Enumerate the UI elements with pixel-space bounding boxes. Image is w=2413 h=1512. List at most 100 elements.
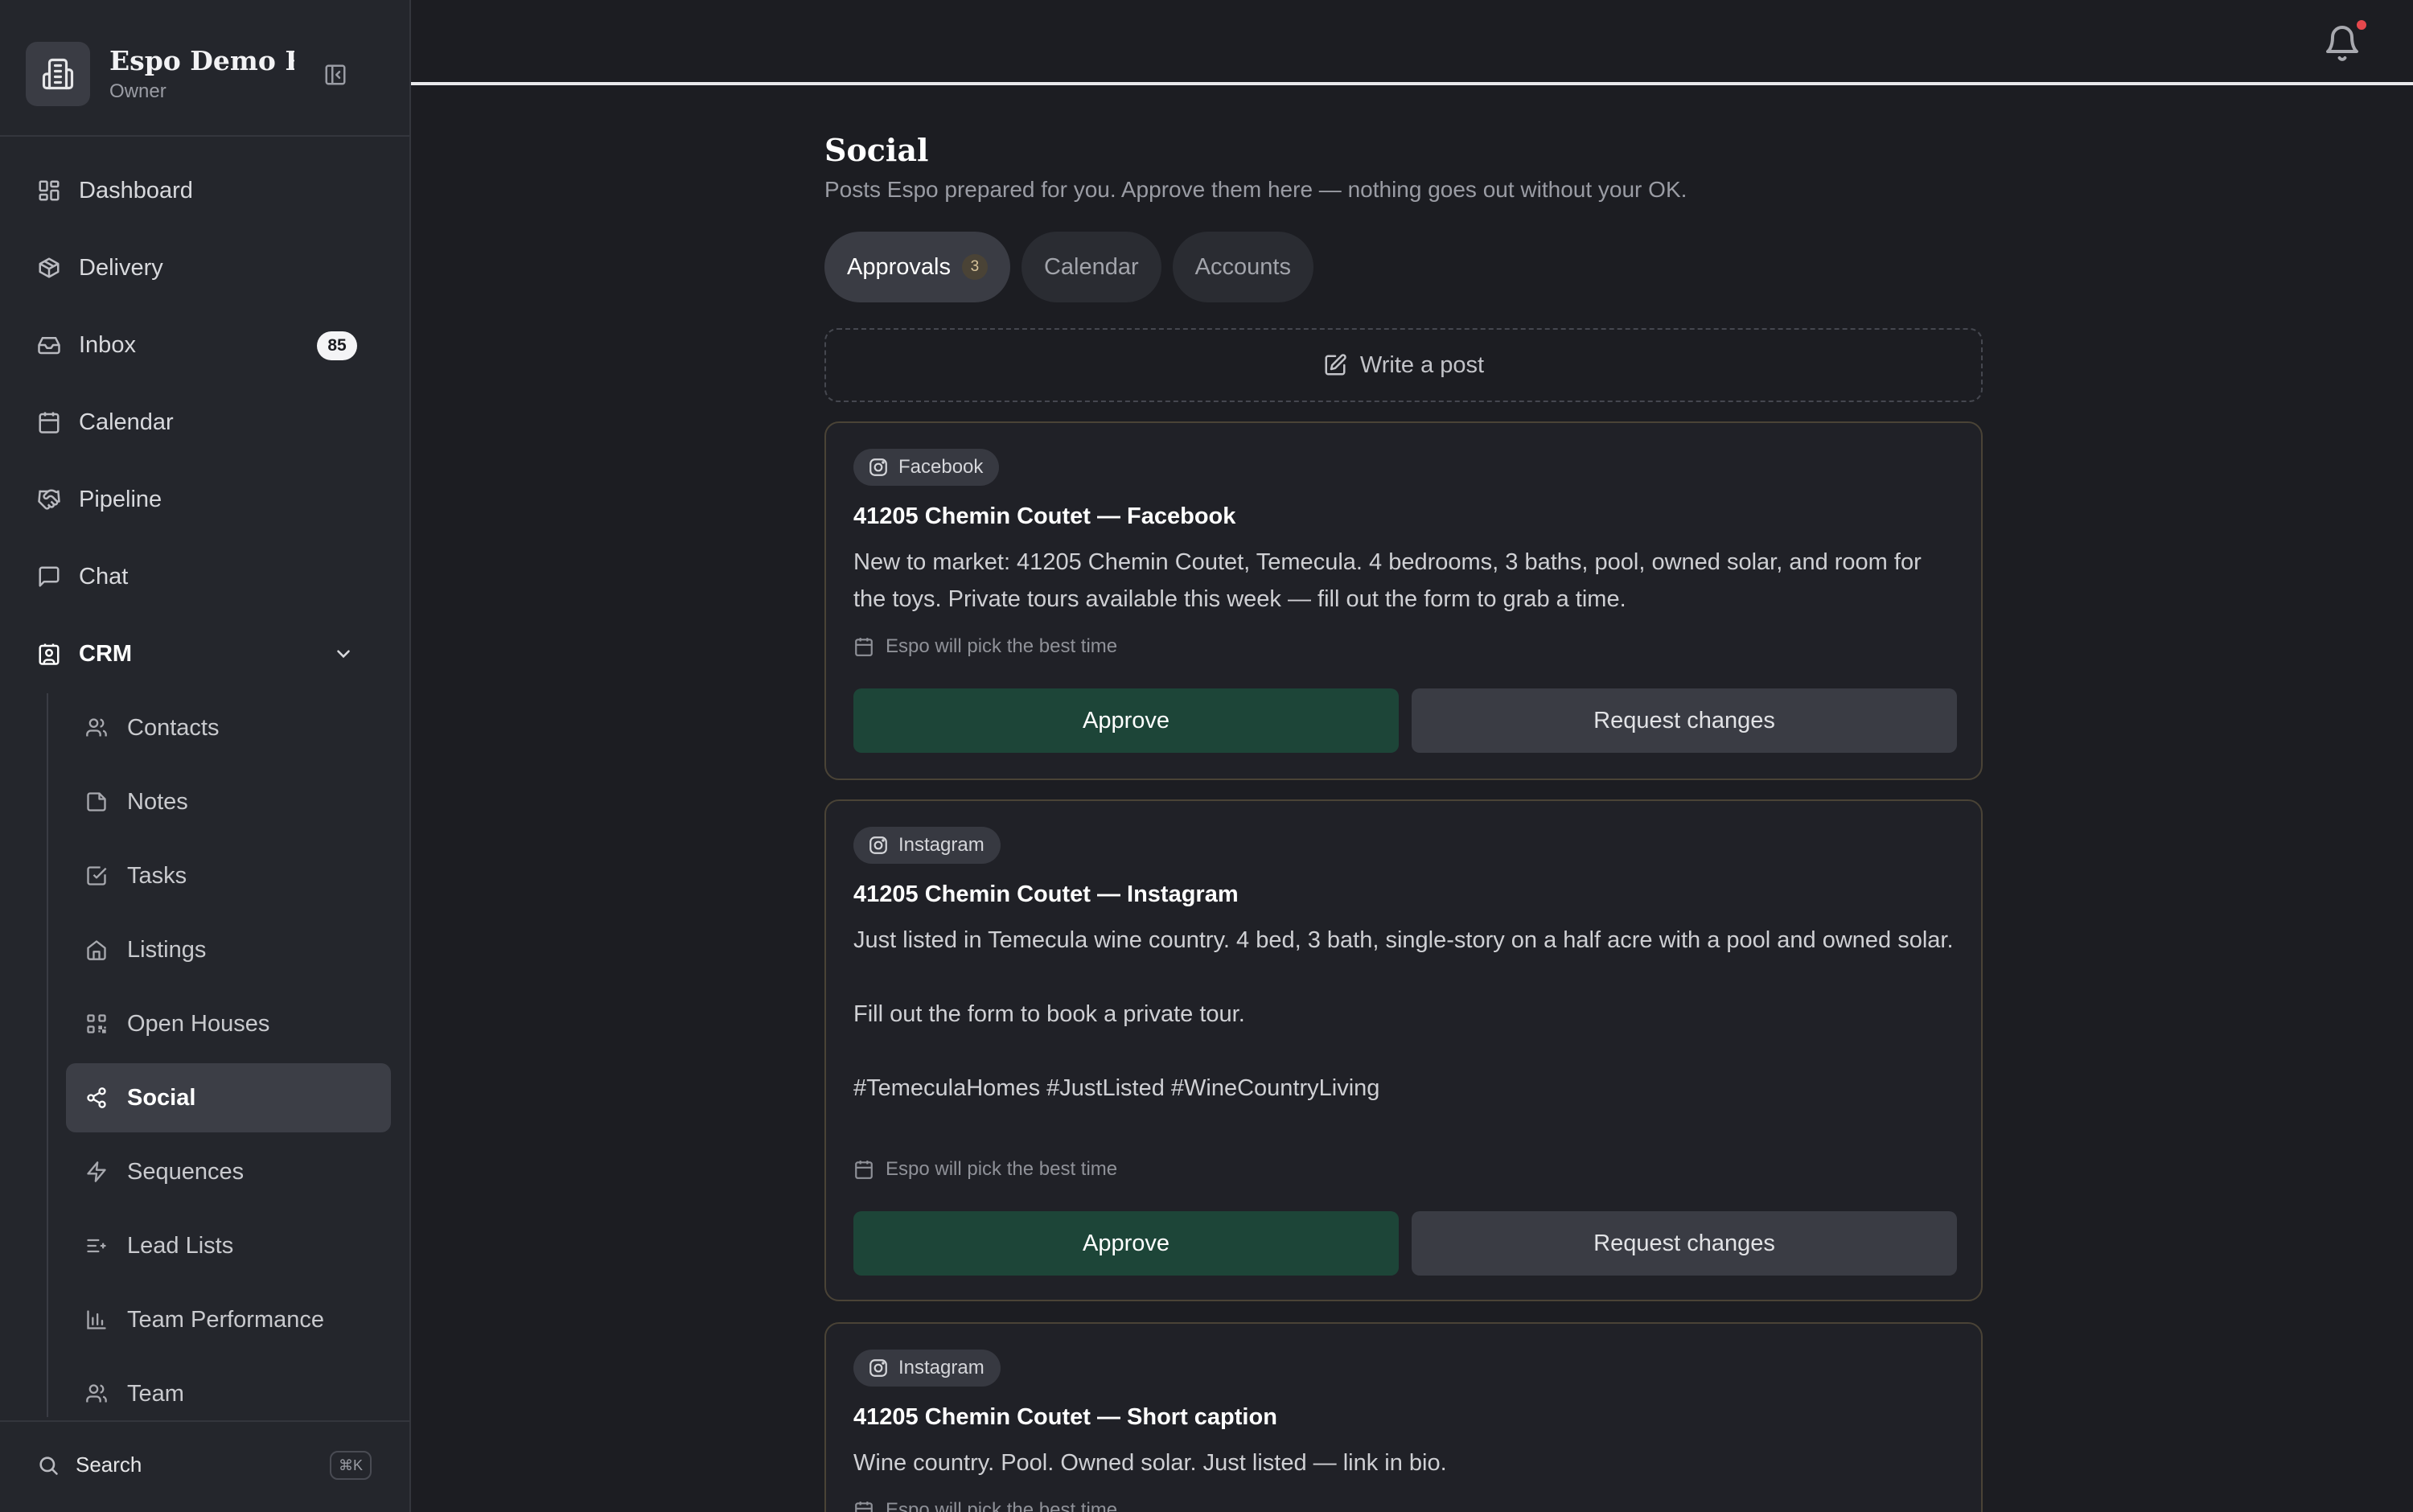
- team-icon: [66, 1383, 109, 1405]
- contact-card-icon: [23, 642, 61, 666]
- search-label: Search: [76, 1452, 142, 1477]
- platform-chip: Facebook: [853, 449, 1000, 486]
- sidebar-item-team-performance[interactable]: Team Performance: [66, 1285, 391, 1354]
- sidebar-item-label: Team Performance: [127, 1306, 324, 1333]
- sidebar-item-label: Notes: [127, 788, 188, 815]
- platform-name: Instagram: [898, 834, 985, 856]
- calendar-icon: [853, 636, 874, 657]
- request-changes-button[interactable]: Request changes: [1412, 688, 1957, 753]
- inbox-count-badge: 85: [317, 331, 357, 360]
- instagram-icon: [868, 835, 889, 856]
- approvals-count-badge: 3: [961, 254, 988, 280]
- platform-chip: Instagram: [853, 1350, 1001, 1387]
- building-icon: [26, 42, 90, 106]
- sidebar-item-label: Lead Lists: [127, 1232, 234, 1259]
- sidebar-item-label: Tasks: [127, 862, 187, 889]
- post-body: Wine country. Pool. Owned solar. Just li…: [853, 1450, 1447, 1476]
- sidebar-item-label: Sequences: [127, 1158, 245, 1185]
- post-body: Just listed in Temecula wine country. 4 …: [853, 927, 1954, 1101]
- nav-crm-label: CRM: [79, 640, 133, 667]
- nav-pipeline[interactable]: Pipeline: [23, 470, 394, 529]
- sidebar-item-open-houses[interactable]: Open Houses: [66, 989, 391, 1058]
- post-card: Instagram 41205 Chemin Coutet — Short ca…: [824, 1322, 1983, 1512]
- nav-inbox-label: Inbox: [79, 331, 136, 358]
- nav-delivery[interactable]: Delivery: [23, 238, 394, 298]
- sidebar: Espo Demo R... Owner Dashboard Delivery …: [0, 0, 411, 1512]
- post-title: 41205 Chemin Coutet — Instagram: [853, 881, 1239, 907]
- inbox-icon: [23, 333, 61, 357]
- notification-dot: [2354, 18, 2369, 32]
- platform-name: Facebook: [898, 456, 984, 478]
- lightning-icon: [66, 1161, 109, 1183]
- qr-code-icon: [66, 1013, 109, 1035]
- chat-icon: [23, 565, 61, 589]
- sidebar-footer: Search ⌘K: [0, 1420, 409, 1512]
- instagram-icon: [868, 457, 889, 478]
- sidebar-search[interactable]: Search: [37, 1452, 142, 1477]
- request-changes-button[interactable]: Request changes: [1412, 1211, 1957, 1276]
- write-post-label: Write a post: [1359, 351, 1485, 378]
- tab-calendar[interactable]: Calendar: [1021, 232, 1161, 302]
- chevron-down-icon: [333, 643, 354, 664]
- users-icon: [66, 717, 109, 739]
- nav-inbox[interactable]: Inbox 85: [23, 315, 394, 375]
- tab-label: Approvals: [847, 253, 951, 280]
- instagram-icon: [868, 1358, 889, 1378]
- package-icon: [23, 256, 61, 280]
- nav-chat[interactable]: Chat: [23, 547, 394, 606]
- platform-chip: Instagram: [853, 827, 1001, 864]
- collapse-sidebar-icon[interactable]: [322, 61, 349, 88]
- sidebar-item-contacts[interactable]: Contacts: [66, 693, 391, 762]
- bar-chart-icon: [66, 1309, 109, 1331]
- sidebar-item-notes[interactable]: Notes: [66, 767, 391, 836]
- search-icon: [37, 1454, 60, 1477]
- tab-bar: Approvals 3 Calendar Accounts: [824, 232, 1313, 302]
- tab-label: Accounts: [1194, 253, 1291, 280]
- nav-dashboard[interactable]: Dashboard: [23, 161, 394, 220]
- sidebar-item-listings[interactable]: Listings: [66, 915, 391, 984]
- page-title: Social: [824, 132, 929, 168]
- post-card: Facebook 41205 Chemin Coutet — Facebook …: [824, 421, 1983, 780]
- nav-calendar[interactable]: Calendar: [23, 392, 394, 452]
- tab-label: Calendar: [1043, 253, 1139, 280]
- tab-approvals[interactable]: Approvals 3: [824, 232, 1010, 302]
- dashboard-icon: [23, 179, 61, 203]
- nav-calendar-label: Calendar: [79, 409, 174, 435]
- calendar-icon: [23, 410, 61, 434]
- post-schedule: Espo will pick the best time: [853, 1158, 1117, 1181]
- write-post-button[interactable]: Write a post: [824, 328, 1983, 402]
- home-icon: [66, 939, 109, 961]
- sidebar-item-sequences[interactable]: Sequences: [66, 1137, 391, 1206]
- sidebar-item-social[interactable]: Social: [66, 1063, 391, 1132]
- nav-crm[interactable]: CRM: [23, 624, 394, 684]
- calendar-icon: [853, 1500, 874, 1512]
- approve-button[interactable]: Approve: [853, 1211, 1399, 1276]
- edit-icon: [1323, 353, 1347, 377]
- post-title: 41205 Chemin Coutet — Short caption: [853, 1404, 1277, 1430]
- schedule-text: Espo will pick the best time: [886, 635, 1118, 657]
- platform-name: Instagram: [898, 1357, 985, 1378]
- sidebar-item-label: Social: [127, 1084, 196, 1111]
- top-bar: [411, 0, 2413, 85]
- crm-submenu-line: [47, 693, 48, 1417]
- schedule-text: Espo will pick the best time: [886, 1499, 1118, 1512]
- sidebar-item-lead-lists[interactable]: Lead Lists: [66, 1211, 391, 1280]
- approve-button[interactable]: Approve: [853, 688, 1399, 753]
- post-body: New to market: 41205 Chemin Coutet, Teme…: [853, 549, 1922, 612]
- workspace-name: Espo Demo R...: [109, 45, 294, 76]
- sidebar-item-tasks[interactable]: Tasks: [66, 841, 391, 910]
- workspace-role: Owner: [109, 80, 166, 102]
- nav-chat-label: Chat: [79, 563, 129, 590]
- sidebar-item-label: Team: [127, 1380, 184, 1407]
- tab-accounts[interactable]: Accounts: [1172, 232, 1313, 302]
- list-icon: [66, 1235, 109, 1257]
- workspace-header[interactable]: Espo Demo R... Owner: [0, 0, 409, 137]
- nav-pipeline-label: Pipeline: [79, 486, 162, 512]
- sidebar-item-team[interactable]: Team: [66, 1359, 391, 1428]
- nav-dashboard-label: Dashboard: [79, 177, 193, 203]
- schedule-text: Espo will pick the best time: [886, 1158, 1118, 1180]
- search-shortcut: ⌘K: [330, 1451, 372, 1480]
- post-title: 41205 Chemin Coutet — Facebook: [853, 503, 1236, 529]
- post-schedule: Espo will pick the best time: [853, 635, 1117, 658]
- calendar-icon: [853, 1159, 874, 1180]
